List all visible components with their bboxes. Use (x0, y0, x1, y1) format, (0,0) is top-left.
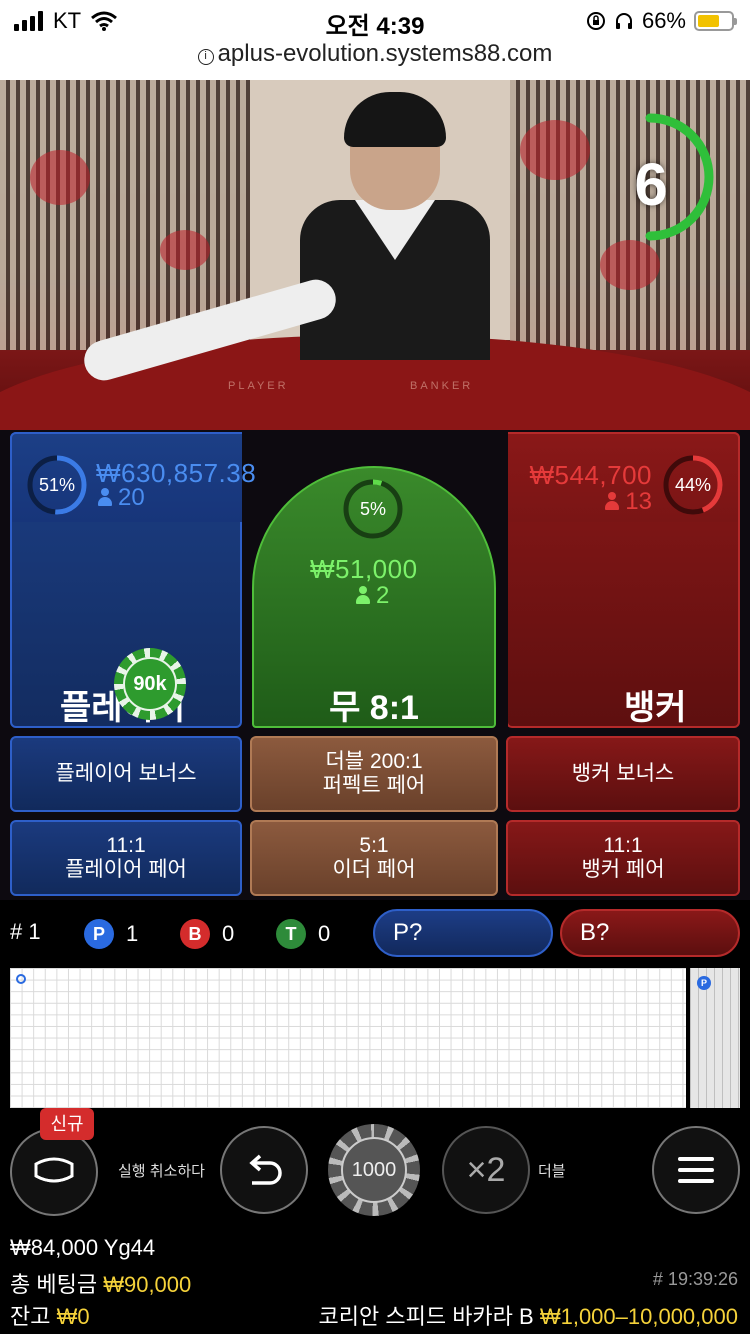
road-result-player (16, 974, 26, 984)
lobby-button[interactable] (10, 1128, 98, 1216)
bead-road[interactable] (10, 968, 686, 1108)
player-pct: 51% (38, 475, 76, 495)
player-wins-stat: P 1 (84, 919, 138, 949)
total-bet-row: 총 베팅금 ₩90,000 (10, 1267, 191, 1299)
banker-pair-odds: 11:1 (603, 834, 643, 857)
tie-count-row: 2 (356, 582, 389, 610)
tie-count: 2 (376, 582, 390, 609)
new-badge: 신규 (40, 1108, 94, 1140)
banker-bonus-label: 뱅커 보너스 (571, 762, 675, 785)
footer: ₩84,000 Yg44 총 베팅금 ₩90,000 잔고 ₩0 # 19:39… (0, 1225, 750, 1334)
banker-amount: ₩544,700 (529, 460, 652, 490)
either-pair-button[interactable]: 5:1 이더 페어 (250, 820, 498, 896)
chip-selector[interactable]: 1000 (328, 1124, 420, 1216)
balance-row: 잔고 ₩0 (10, 1299, 90, 1331)
selected-chip-value: 1000 (341, 1137, 407, 1203)
battery-percent: 66% (641, 8, 686, 33)
banker-wins-count: 0 (222, 921, 235, 946)
banker-bonus-button[interactable]: 뱅커 보너스 (506, 736, 740, 812)
felt-label-banker: BANKER (410, 380, 474, 392)
table-name: 코리안 스피드 바카라 B (318, 1304, 534, 1329)
player-count-row: 20 (98, 484, 145, 512)
undo-label: 실행 취소하다 (118, 1163, 205, 1180)
menu-button[interactable] (652, 1126, 740, 1214)
double-label: 더블 (538, 1163, 566, 1180)
player-bonus-label: 플레이어 보너스 (55, 762, 197, 785)
info-icon: i (197, 49, 214, 65)
banker-dot-icon: B (180, 919, 210, 949)
player-predict-button[interactable]: P? (373, 909, 553, 957)
rotation-lock-icon (586, 12, 605, 30)
betting-area: 51% ₩630,857.38 20 플레이어 90k 5% ₩51,000 2… (0, 430, 750, 900)
stats-row: # 1 P 1 B 0 T 0 P? B? (0, 905, 750, 963)
balance-label: 잔고 (10, 1304, 51, 1329)
banker-pair-button[interactable]: 11:1 뱅커 페어 (506, 820, 740, 896)
banker-count: 13 (625, 488, 652, 515)
tie-pct: 5% (359, 499, 386, 519)
tie-wins-stat: T 0 (276, 919, 330, 949)
perfect-pair-label: 퍼펙트 페어 (322, 774, 426, 797)
player-dot-icon: P (84, 919, 114, 949)
placed-chip[interactable]: 90k (114, 648, 186, 720)
player-pair-odds: 11:1 (106, 834, 146, 857)
total-bet-label: 총 베팅금 (10, 1272, 98, 1297)
perfect-pair-odds: 더블 200:1 (325, 750, 423, 773)
round-id: # 19:39:26 (652, 1269, 738, 1289)
table-icon (34, 1157, 74, 1183)
either-pair-label: 이더 페어 (332, 858, 416, 881)
banker-label: 뱅커 (624, 689, 687, 727)
player-bonus-button[interactable]: 플레이어 보너스 (10, 736, 242, 812)
tie-wins-count: 0 (318, 921, 331, 946)
banker-pct: 44% (674, 475, 712, 495)
perfect-pair-button[interactable]: 더블 200:1 퍼펙트 페어 (250, 736, 498, 812)
person-icon (605, 492, 620, 510)
blossom-decor (160, 230, 210, 270)
banker-pair-label: 뱅커 페어 (581, 858, 665, 881)
person-icon (356, 586, 370, 604)
status-right: 66% (586, 8, 737, 34)
chip-value: 90k (123, 657, 177, 711)
double-button[interactable]: ×2 (442, 1126, 530, 1214)
tie-amount: ₩51,000 (310, 554, 418, 584)
total-bet-value: ₩90,000 (103, 1272, 192, 1297)
banker-count-row: 13 (506, 488, 652, 516)
url-text: aplus-evolution.systems88.com (217, 40, 553, 67)
banker-wins-stat: B 0 (180, 919, 234, 949)
felt-label-player: PLAYER (228, 380, 289, 392)
either-pair-odds: 5:1 (359, 834, 389, 857)
url-bar[interactable]: i aplus-evolution.systems88.com (0, 40, 750, 68)
headphones-icon (615, 13, 632, 29)
undo-button[interactable] (220, 1126, 308, 1214)
side-road-result: P (697, 976, 711, 990)
tie-dot-icon: T (276, 919, 306, 949)
hamburger-icon (678, 1157, 714, 1183)
blossom-decor (30, 150, 90, 205)
side-road-strip[interactable] (690, 968, 740, 1108)
battery-icon (694, 11, 737, 31)
blossom-decor (520, 120, 590, 180)
player-pair-button[interactable]: 11:1 플레이어 페어 (10, 820, 242, 896)
table-info-row: 코리안 스피드 바카라 B ₩1,000–10,000,000 (319, 1299, 738, 1331)
player-pair-label: 플레이어 페어 (65, 858, 187, 881)
account-line: ₩84,000 Yg44 (10, 1235, 156, 1260)
round-number: # 1 (10, 919, 41, 944)
person-icon (98, 488, 112, 506)
double-symbol: ×2 (466, 1150, 506, 1189)
undo-icon (249, 1154, 282, 1185)
status-bar: KT 오전 4:39 66% i aplus-evolution.systems8… (0, 0, 750, 80)
blossom-decor (600, 240, 660, 290)
tie-label: 무 8:1 (329, 689, 419, 727)
balance-value: ₩0 (56, 1304, 90, 1329)
countdown-timer: 6 (634, 151, 668, 218)
player-wins-count: 1 (126, 921, 139, 946)
banker-predict-button[interactable]: B? (560, 909, 740, 957)
bet-limits: ₩1,000–10,000,000 (539, 1304, 738, 1329)
player-count: 20 (118, 484, 145, 511)
